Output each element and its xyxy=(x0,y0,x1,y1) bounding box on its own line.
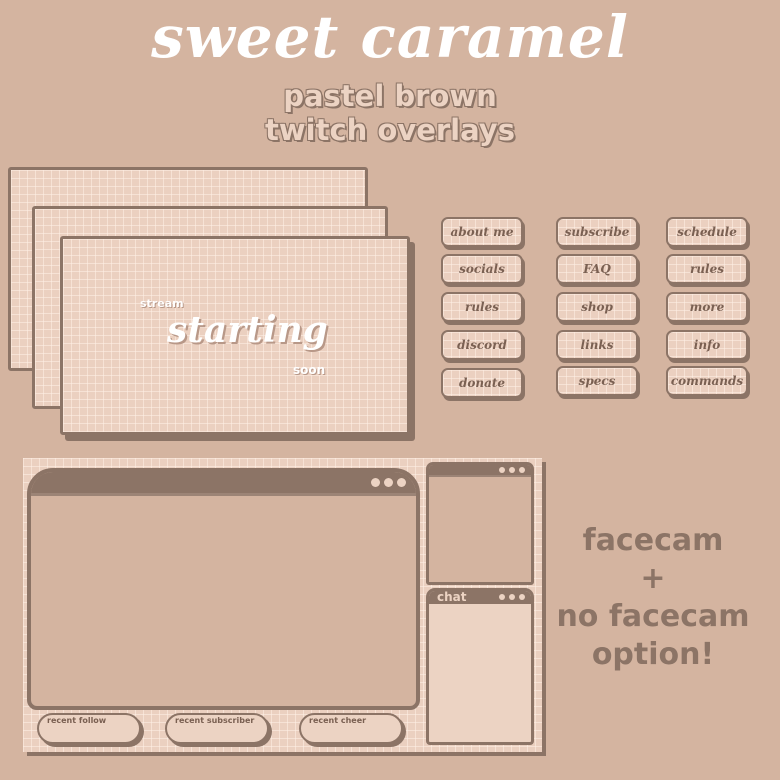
panel-rules[interactable]: rules xyxy=(441,292,523,322)
panel-faq[interactable]: FAQ xyxy=(556,254,638,284)
panel-discord[interactable]: discord xyxy=(441,330,523,360)
facecam-note: facecam + no facecam option! xyxy=(548,522,758,674)
panel-donate[interactable]: donate xyxy=(441,368,523,398)
dot-icon xyxy=(499,467,505,473)
stream-overlay: chat recent follow recent subscriber rec… xyxy=(23,458,542,752)
dot-icon xyxy=(519,467,525,473)
panel-socials[interactable]: socials xyxy=(441,254,523,284)
facecam-note-line-1: facecam xyxy=(582,523,724,558)
screen-card-front: stream starting soon xyxy=(60,236,410,435)
chat-window: chat xyxy=(426,588,534,745)
facecam-note-line-3: no facecam xyxy=(556,599,750,634)
alert-label: recent subscriber xyxy=(175,716,255,725)
facecam-note-line-4: option! xyxy=(591,637,715,672)
panel-schedule[interactable]: schedule xyxy=(666,217,748,247)
window-dots-icon xyxy=(371,478,406,487)
panel-rules-2[interactable]: rules xyxy=(666,254,748,284)
facecam-note-line-2: + xyxy=(640,561,666,596)
panel-about-me[interactable]: about me xyxy=(441,217,523,247)
stream-word-main: starting xyxy=(167,309,328,351)
subtitle-line-2: twitch overlays xyxy=(265,113,515,147)
window-dots-icon xyxy=(499,594,525,600)
alert-recent-subscriber: recent subscriber xyxy=(165,713,269,744)
dot-icon xyxy=(509,594,515,600)
panel-subscribe[interactable]: subscribe xyxy=(556,217,638,247)
window-dots-icon xyxy=(499,467,525,473)
page-title: sweet caramel xyxy=(151,3,629,71)
dot-icon xyxy=(397,478,406,487)
panel-links[interactable]: links xyxy=(556,330,638,360)
dot-icon xyxy=(499,594,505,600)
dot-icon xyxy=(509,467,515,473)
alert-recent-cheer: recent cheer xyxy=(299,713,403,744)
alert-recent-follow: recent follow xyxy=(37,713,141,744)
panel-commands[interactable]: commands xyxy=(666,366,748,396)
main-game-window xyxy=(27,468,420,710)
panel-specs[interactable]: specs xyxy=(556,366,638,396)
subtitle-line-1: pastel brown xyxy=(283,79,497,113)
panel-shop[interactable]: shop xyxy=(556,292,638,322)
main-window-titlebar xyxy=(31,472,416,496)
alert-label: recent follow xyxy=(47,716,107,725)
alert-label: recent cheer xyxy=(309,716,367,725)
facecam-window xyxy=(426,462,534,585)
panel-more[interactable]: more xyxy=(666,292,748,322)
stream-word-bottom: soon xyxy=(293,363,326,377)
panel-info[interactable]: info xyxy=(666,330,748,360)
dot-icon xyxy=(384,478,393,487)
chat-label: chat xyxy=(437,590,467,604)
dot-icon xyxy=(519,594,525,600)
dot-icon xyxy=(371,478,380,487)
